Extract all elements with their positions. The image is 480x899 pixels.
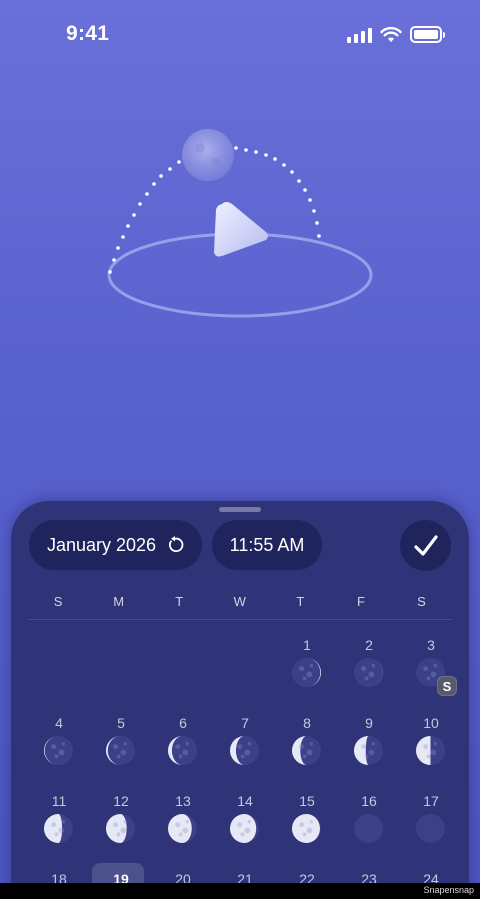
- day-number: 6: [179, 715, 187, 731]
- weekday-header: S M T W T F S: [28, 594, 452, 609]
- calendar-day[interactable]: 8: [276, 715, 338, 785]
- weekday-label: F: [356, 594, 366, 609]
- divider: [28, 619, 452, 620]
- battery-icon: [410, 26, 445, 43]
- month-picker-button[interactable]: January 2026: [29, 520, 202, 570]
- moon-phase-icon: [353, 813, 384, 844]
- moon-phase-icon: [167, 813, 198, 844]
- calendar-day[interactable]: 13: [152, 793, 214, 863]
- moon-phase-icon: [43, 735, 74, 766]
- day-number: 11: [51, 793, 67, 809]
- sheet-grabber[interactable]: [219, 507, 261, 512]
- moon-phase-icon: [353, 657, 384, 688]
- day-number: 10: [423, 715, 439, 731]
- checkmark-icon: [413, 534, 438, 556]
- calendar-day[interactable]: 11: [28, 793, 90, 863]
- supermoon-badge: S: [437, 676, 457, 696]
- calendar-day[interactable]: 1: [276, 637, 338, 707]
- moon-phase-icon: [291, 735, 322, 766]
- calendar-day[interactable]: 9: [338, 715, 400, 785]
- calendar-day[interactable]: 10: [400, 715, 462, 785]
- day-number: 17: [423, 793, 439, 809]
- day-number: 4: [55, 715, 63, 731]
- cellular-signal-icon: [347, 27, 372, 43]
- month-label: January 2026: [46, 534, 157, 555]
- moon-phase-icon: [229, 813, 260, 844]
- day-number: 2: [365, 637, 373, 653]
- weekday-label: S: [53, 594, 63, 609]
- calendar-day[interactable]: 6: [152, 715, 214, 785]
- moon-phase-icon: [105, 813, 136, 844]
- moon-phase-icon: [415, 735, 446, 766]
- day-number: 9: [365, 715, 373, 731]
- moon-phase-icon: [229, 735, 260, 766]
- moon-icon: [182, 129, 234, 181]
- day-number: 14: [237, 793, 253, 809]
- reset-icon: [169, 536, 184, 553]
- day-number: 13: [175, 793, 191, 809]
- calendar-day[interactable]: 15: [276, 793, 338, 863]
- weekday-label: W: [233, 594, 247, 609]
- confirm-button[interactable]: [400, 520, 451, 571]
- day-number: 5: [117, 715, 125, 731]
- day-number: 15: [299, 793, 315, 809]
- moon-phase-icon: [353, 735, 384, 766]
- footer-bar: Snapensnap: [0, 883, 480, 899]
- day-number: 12: [113, 793, 129, 809]
- weekday-label: T: [175, 594, 184, 609]
- time-label: 11:55 AM: [229, 534, 305, 555]
- status-icons: [347, 26, 445, 43]
- day-number: 1: [303, 637, 311, 653]
- weekday-label: M: [113, 594, 125, 609]
- calendar-day[interactable]: 2: [338, 637, 400, 707]
- observer-arrow-icon: [214, 202, 268, 257]
- wifi-icon: [380, 26, 402, 42]
- weekday-label: T: [296, 594, 305, 609]
- calendar-day[interactable]: 12: [90, 793, 152, 863]
- weekday-label: S: [417, 594, 427, 609]
- status-time: 9:41: [66, 22, 110, 45]
- day-number: 7: [241, 715, 249, 731]
- calendar-day[interactable]: 4: [28, 715, 90, 785]
- calendar-day[interactable]: 7: [214, 715, 276, 785]
- status-bar: 9:41: [0, 0, 480, 70]
- moon-phase-icon: [415, 813, 446, 844]
- moon-path-illustration: [107, 129, 373, 318]
- calendar-day[interactable]: 16: [338, 793, 400, 863]
- moon-phase-icon: [167, 735, 198, 766]
- moon-phase-icon: [291, 657, 322, 688]
- day-number: 3: [427, 637, 435, 653]
- calendar-sheet: January 2026 11:55 AM S M T W T F S 123S…: [11, 501, 469, 899]
- calendar-day[interactable]: 14: [214, 793, 276, 863]
- moon-phase-icon: [105, 735, 136, 766]
- calendar-day[interactable]: 17: [400, 793, 462, 863]
- time-picker-button[interactable]: 11:55 AM: [212, 520, 322, 570]
- moon-phase-icon: [291, 813, 322, 844]
- sky-scene: [0, 100, 480, 360]
- moon-phase-icon: [43, 813, 74, 844]
- calendar-day[interactable]: 3S: [400, 637, 462, 707]
- watermark: Snapensnap: [423, 885, 474, 895]
- calendar-day[interactable]: 5: [90, 715, 152, 785]
- day-number: 16: [361, 793, 377, 809]
- day-number: 8: [303, 715, 311, 731]
